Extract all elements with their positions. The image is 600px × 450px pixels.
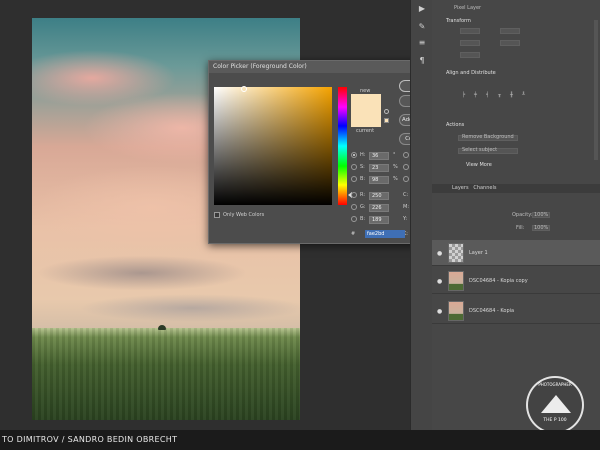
current-label: current: [356, 128, 375, 134]
green-radio[interactable]: [351, 204, 357, 210]
brightness-input[interactable]: 98: [369, 175, 389, 184]
view-more-button[interactable]: View More: [466, 162, 492, 168]
opacity-label: Opacity:: [512, 212, 533, 218]
panel-icon-strip: ▶ ✎ ≡ ¶: [410, 0, 432, 430]
lightness-radio[interactable]: [403, 152, 409, 158]
layer-thumbnail: [448, 243, 464, 263]
blue-input[interactable]: 189: [369, 215, 389, 224]
gamut-warning-icon[interactable]: [384, 109, 389, 114]
transform-height-input[interactable]: [500, 28, 520, 34]
properties-kind: Pixel Layer: [454, 5, 482, 11]
hue-radio[interactable]: [351, 152, 357, 158]
only-web-colors-checkbox[interactable]: [214, 212, 220, 218]
visibility-eye-icon[interactable]: ●: [437, 308, 442, 315]
layers-tabs: Layers Channels: [432, 184, 600, 193]
fill-value: 100%: [534, 225, 549, 231]
transform-y-input[interactable]: [500, 40, 520, 46]
green-input[interactable]: 226: [369, 203, 389, 212]
saturation-input[interactable]: 23: [369, 163, 389, 172]
field-row-saturation: S: 23 %: [351, 163, 401, 172]
only-web-colors-label: Only Web Colors: [223, 212, 265, 218]
hex-row: # fae2bd: [351, 230, 405, 239]
color-field[interactable]: [214, 87, 332, 205]
brightness-radio[interactable]: [351, 176, 357, 182]
paragraph-icon[interactable]: ¶: [417, 56, 427, 66]
blue-radio[interactable]: [351, 216, 357, 222]
hue-slider[interactable]: [338, 87, 347, 205]
transform-angle-input[interactable]: [460, 52, 480, 58]
saturation-radio[interactable]: [351, 164, 357, 170]
photoshop-window: Color Picker (Foreground Color) new curr…: [0, 0, 600, 450]
layer-thumbnail: [448, 301, 464, 321]
color-field-marker[interactable]: [241, 86, 247, 92]
layer-name: Layer 1: [469, 250, 488, 256]
credits-footer: TO DIMITROV / SANDRO BEDIN OBRECHT: [0, 430, 600, 450]
badge-bottom-text: THE P 100: [543, 418, 567, 423]
a-radio[interactable]: [403, 164, 409, 170]
field-row-hue: H: 36 °: [351, 151, 401, 160]
play-icon[interactable]: ▶: [417, 4, 427, 14]
badge-top-text: PHOTOGRAPHER: [538, 382, 572, 387]
b-radio[interactable]: [403, 176, 409, 182]
layer-row[interactable]: ● Layer 1: [432, 240, 600, 266]
quick-actions-header: Actions: [446, 122, 465, 128]
align-distribute-header: Align and Distribute: [446, 70, 496, 76]
red-radio[interactable]: [351, 192, 357, 198]
tab-channels[interactable]: Channels: [473, 185, 496, 191]
visibility-eye-icon[interactable]: ●: [437, 278, 442, 285]
transform-header: Transform: [446, 18, 471, 24]
select-subject-label: Select subject: [462, 147, 498, 153]
layer-name: DSC04684 - Kopia: [469, 308, 515, 314]
hex-input[interactable]: fae2bd: [365, 230, 405, 238]
layer-name: DSC04684 - Kopia copy: [469, 278, 528, 284]
fill-label: Fill:: [516, 225, 525, 231]
web-safe-swatch[interactable]: [384, 118, 389, 123]
transform-width-input[interactable]: [460, 28, 480, 34]
grass-field: [32, 328, 300, 420]
remove-background-label: Remove Background: [462, 134, 514, 140]
adjustments-icon[interactable]: ≡: [417, 38, 427, 48]
hex-label: #: [351, 231, 356, 237]
layer-row[interactable]: ● DSC04684 - Kopia copy: [432, 268, 600, 294]
current-color-swatch[interactable]: [351, 111, 381, 127]
layer-thumbnail: [448, 271, 464, 291]
field-row-red: R: 250: [351, 191, 401, 200]
field-row-brightness: B: 98 %: [351, 175, 401, 184]
field-row-green: G: 226: [351, 203, 401, 212]
hue-input[interactable]: 36: [369, 151, 389, 160]
align-icons[interactable]: ╞╪╡╥╫╨: [462, 92, 534, 98]
new-color-swatch: [351, 94, 381, 111]
transform-x-input[interactable]: [460, 40, 480, 46]
field-row-blue: B: 189: [351, 215, 401, 224]
watermark-logo: PHOTOGRAPHER THE P 100: [526, 376, 584, 434]
opacity-value: 100%: [534, 212, 549, 218]
mountain-icon: [541, 395, 571, 413]
red-input[interactable]: 250: [369, 191, 389, 200]
panel-scrollbar[interactable]: [594, 20, 598, 160]
layer-row[interactable]: ● DSC04684 - Kopia: [432, 298, 600, 324]
lone-tree: [158, 325, 166, 330]
visibility-eye-icon[interactable]: ●: [437, 250, 442, 257]
right-panels: Pixel Layer Transform Align and Distribu…: [432, 0, 600, 430]
brush-settings-icon[interactable]: ✎: [417, 22, 427, 32]
only-web-colors-option[interactable]: Only Web Colors: [214, 211, 264, 219]
tab-layers[interactable]: Layers: [452, 185, 469, 191]
